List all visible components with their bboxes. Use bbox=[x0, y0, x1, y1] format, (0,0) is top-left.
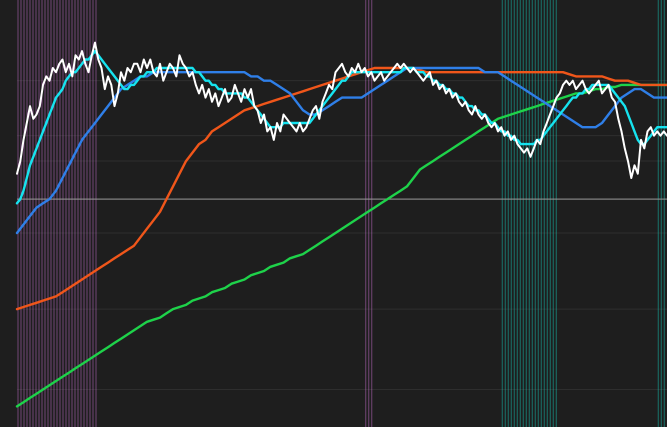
highlight-band bbox=[657, 0, 665, 427]
line-chart bbox=[15, 0, 667, 427]
highlight-band bbox=[501, 0, 557, 427]
grid-lines bbox=[17, 80, 667, 390]
series-lines bbox=[15, 41, 667, 408]
chart-container bbox=[0, 0, 667, 427]
series-line-green bbox=[15, 83, 667, 408]
series-line-blue bbox=[15, 66, 667, 235]
series-line-fast bbox=[16, 41, 667, 179]
